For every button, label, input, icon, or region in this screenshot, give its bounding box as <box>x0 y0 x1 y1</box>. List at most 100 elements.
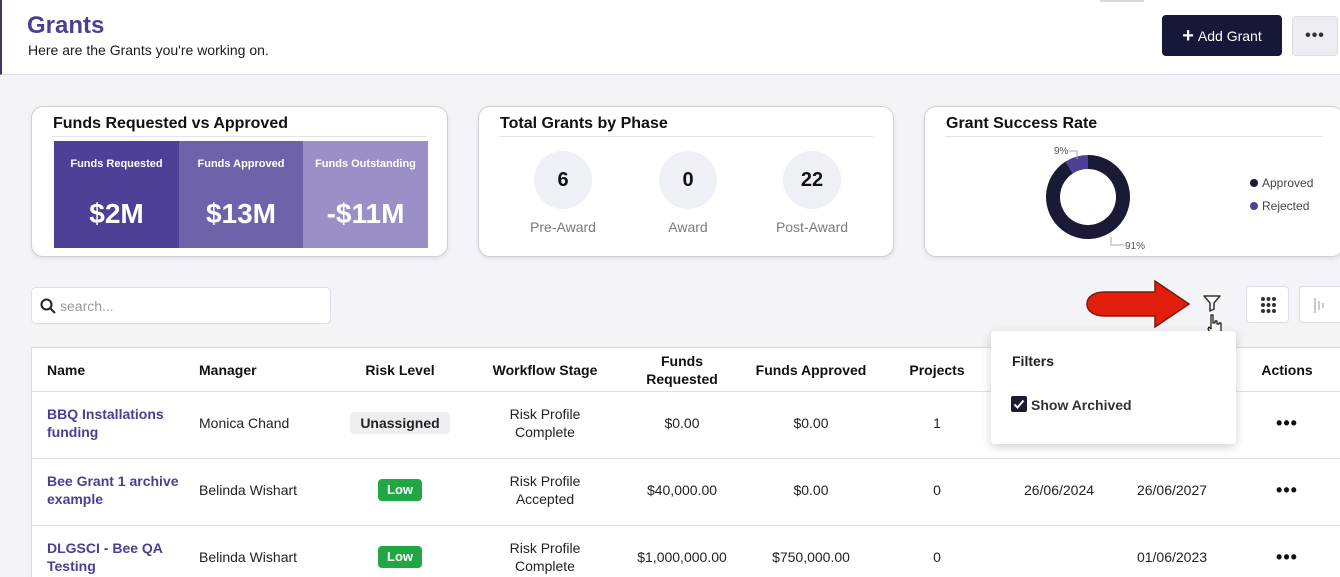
divider <box>499 136 873 137</box>
page-header: Grants Here are the Grants you're workin… <box>0 0 1340 75</box>
manager-cell: Monica Chand <box>199 415 290 431</box>
manager-cell: Belinda Wishart <box>199 549 298 565</box>
risk-badge: Low <box>378 479 422 501</box>
funds-card: Funds Requested vs Approved Funds Reques… <box>31 106 448 257</box>
workflow-stage-cell: Risk Profile Complete <box>509 406 581 440</box>
success-card-title: Grant Success Rate <box>946 115 1098 132</box>
funds-approved-label: Funds Approved <box>197 158 285 170</box>
column-header-funds-approved[interactable]: Funds Approved <box>746 348 876 391</box>
top-scroll-indicator <box>1100 0 1144 2</box>
funds-requested-box: Funds Requested $2M <box>54 141 179 248</box>
funds-approved-cell: $750,000.00 <box>772 549 850 565</box>
legend-approved-label: Approved <box>1262 176 1314 190</box>
actions-cell: ••• <box>1247 468 1327 512</box>
column-header-funds-requested[interactable]: Funds Requested <box>626 348 738 391</box>
plus-icon: + <box>1182 24 1194 47</box>
search-input[interactable] <box>60 296 320 316</box>
approved-leader-line <box>1110 237 1124 246</box>
rejected-dot <box>1250 202 1258 210</box>
funds-card-title: Funds Requested vs Approved <box>53 115 288 132</box>
search-icon <box>40 298 56 314</box>
funds-approved-cell: $0.00 <box>793 415 829 431</box>
risk-cell: Low <box>342 468 458 512</box>
phase-award: 0 Award <box>659 151 717 235</box>
workflow-stage-cell: Risk Profile Accepted <box>509 473 581 507</box>
phase-count: 22 <box>783 151 841 209</box>
columns-icon <box>1314 298 1324 313</box>
phase-post-award: 22 Post-Award <box>776 151 848 235</box>
filters-title: Filters <box>1012 353 1055 369</box>
grant-name-link[interactable]: BBQ Installations funding <box>47 401 187 445</box>
grant-name-link[interactable]: Bee Grant 1 archive example <box>47 468 187 512</box>
risk-badge: Unassigned <box>350 412 450 434</box>
filters-popover: Filters Show Archived <box>991 331 1236 444</box>
funds-requested-value: $2M <box>89 198 144 229</box>
phase-count: 6 <box>534 151 592 209</box>
data-label-approved: 91% <box>1125 241 1145 251</box>
grant-name-link[interactable]: DLGSCI - Bee QA Testing <box>47 535 187 577</box>
legend-approved: Approved <box>1250 176 1313 190</box>
grid-view-button[interactable] <box>1246 286 1289 323</box>
phase-label: Post-Award <box>775 219 849 235</box>
divider <box>945 136 1323 137</box>
funds-requested-cell: $40,000.00 <box>646 482 718 498</box>
grid-dots-icon <box>1261 297 1276 313</box>
projects-cell: 0 <box>933 549 941 565</box>
row-actions-button[interactable]: ••• <box>1276 548 1298 566</box>
approved-dot <box>1250 179 1258 187</box>
funds-requested-label: Funds Requested <box>70 158 163 170</box>
projects-cell: 1 <box>933 415 941 431</box>
funds-outstanding-value: -$11M <box>326 198 405 229</box>
phase-label: Pre-Award <box>530 219 596 235</box>
data-label-rejected: 9% <box>1054 146 1069 157</box>
funds-requested-cell: $0.00 <box>664 415 700 431</box>
search-box[interactable] <box>31 287 331 324</box>
show-archived-checkbox[interactable] <box>1011 396 1027 412</box>
page-title: Grants <box>27 12 105 39</box>
legend-rejected: Rejected <box>1250 199 1309 213</box>
success-donut-chart: 9% 91% <box>1046 146 1145 251</box>
funds-approved-cell: $0.00 <box>793 482 829 498</box>
add-grant-label: Add Grant <box>1197 27 1262 44</box>
risk-cell: Low <box>342 535 458 577</box>
funds-requested-cell: $1,000,000.00 <box>637 549 727 565</box>
end-date-cell: 26/06/2027 <box>1136 482 1208 498</box>
end-date-cell: 01/06/2023 <box>1136 549 1208 565</box>
phase-card-title: Total Grants by Phase <box>500 115 668 132</box>
checkmark-icon <box>1013 399 1025 409</box>
risk-cell: Unassigned <box>342 401 458 445</box>
manager-cell: Belinda Wishart <box>199 482 298 498</box>
divider <box>52 136 427 137</box>
phase-pre-award: 6 Pre-Award <box>530 151 596 235</box>
more-options-button[interactable]: ••• <box>1292 16 1338 56</box>
column-header-name[interactable]: Name <box>47 348 187 391</box>
column-header-manager[interactable]: Manager <box>199 348 319 391</box>
funds-approved-box: Funds Approved $13M <box>179 141 303 248</box>
legend-rejected-label: Rejected <box>1262 199 1310 213</box>
show-archived-label[interactable]: Show Archived <box>1031 397 1132 413</box>
phase-count: 0 <box>659 151 717 209</box>
risk-badge: Low <box>378 546 422 568</box>
column-header-projects[interactable]: Projects <box>894 348 980 391</box>
page-subtitle: Here are the Grants you're working on. <box>28 42 269 58</box>
phase-card: Total Grants by Phase 6 Pre-Award 0 Awar… <box>478 106 894 257</box>
columns-button[interactable] <box>1299 286 1340 323</box>
add-grant-button[interactable]: + Add Grant <box>1162 15 1282 56</box>
projects-cell: 0 <box>933 482 941 498</box>
row-actions-button[interactable]: ••• <box>1276 481 1298 499</box>
funds-approved-value: $13M <box>205 198 277 229</box>
phase-label: Award <box>668 219 708 235</box>
column-header-actions: Actions <box>1261 361 1313 378</box>
column-header-workflow-stage[interactable]: Workflow Stage <box>480 348 610 391</box>
column-header-risk-level[interactable]: Risk Level <box>342 348 458 391</box>
row-divider <box>32 458 1340 459</box>
workflow-stage-cell: Risk Profile Complete <box>509 540 581 574</box>
actions-cell: ••• <box>1247 401 1327 445</box>
filter-icon[interactable] <box>1201 292 1223 314</box>
annotation-arrow-icon <box>1086 279 1191 329</box>
funds-outstanding-box: Funds Outstanding -$11M <box>303 141 428 248</box>
start-date-cell: 26/06/2024 <box>1023 482 1095 498</box>
actions-cell: ••• <box>1247 535 1327 577</box>
row-actions-button[interactable]: ••• <box>1276 414 1298 432</box>
row-divider <box>32 525 1340 526</box>
